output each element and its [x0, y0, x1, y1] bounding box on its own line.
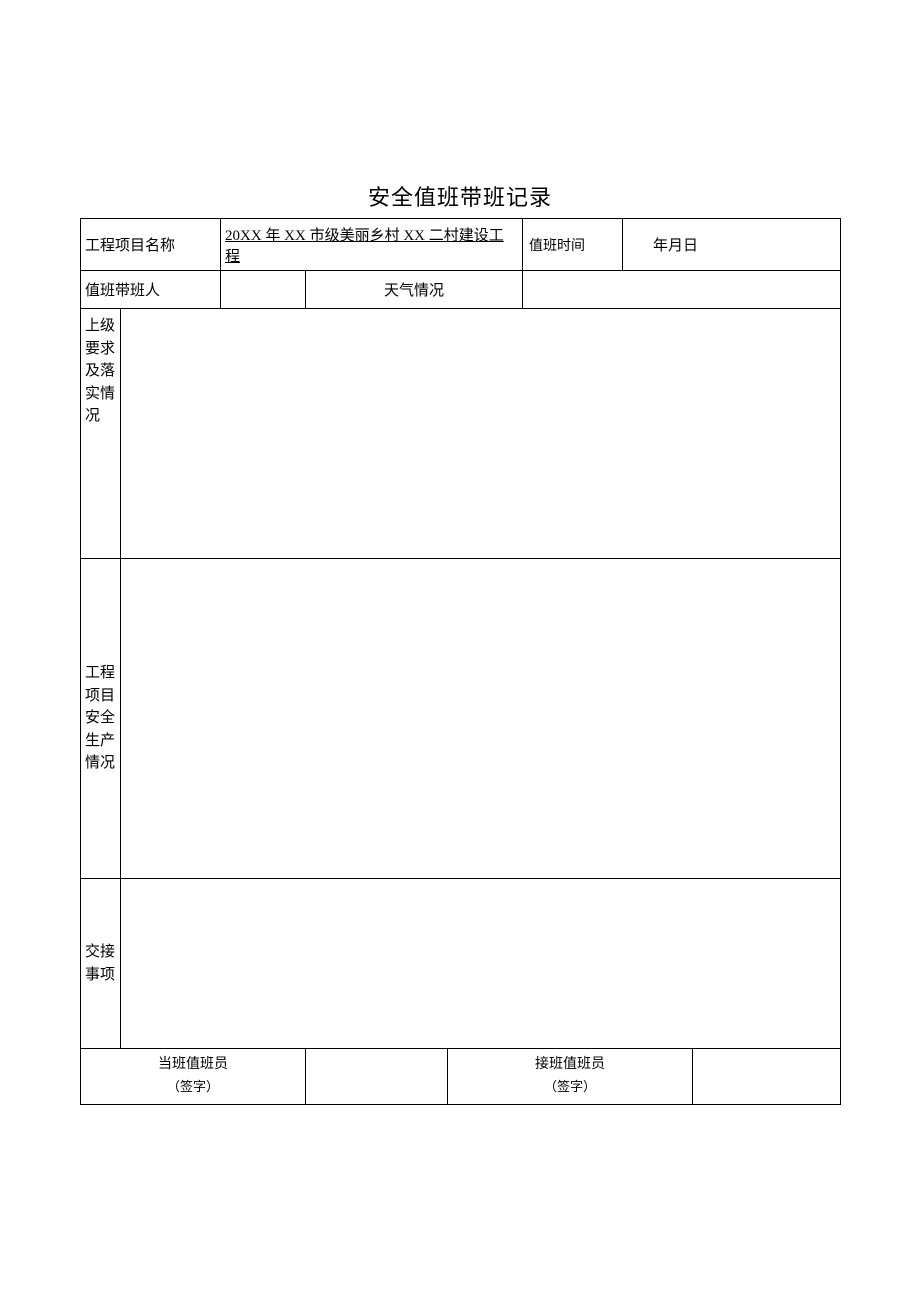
label-project-name: 工程项目名称 [81, 219, 221, 271]
duty-record-table: 工程项目名称 20XX 年 XX 市级美丽乡村 XX 二村建设工程 值班时间 年… [80, 218, 841, 1105]
value-safety-production[interactable] [121, 559, 841, 879]
label-duty-time: 值班时间 [523, 219, 623, 271]
label-safety-production: 工程项目安全生产情况 [81, 559, 121, 879]
value-handover[interactable] [121, 879, 841, 1049]
label-weather: 天气情况 [306, 271, 523, 309]
row-project: 工程项目名称 20XX 年 XX 市级美丽乡村 XX 二村建设工程 值班时间 年… [81, 219, 841, 271]
row-handover: 交接事项 [81, 879, 841, 1049]
row-signatures: 当班值班员 （签字） 接班值班员 （签字） [81, 1049, 841, 1105]
label-duty-leader: 值班带班人 [81, 271, 221, 309]
value-weather[interactable] [523, 271, 841, 309]
form-title: 安全值班带班记录 [80, 180, 840, 212]
label-superior-requirements: 上级要求及落实情况 [81, 309, 121, 559]
value-current-duty-signature[interactable] [306, 1049, 448, 1105]
value-next-duty-signature[interactable] [693, 1049, 841, 1105]
row-superior-requirements: 上级要求及落实情况 [81, 309, 841, 559]
row-leader-weather: 值班带班人 天气情况 [81, 271, 841, 309]
value-project-name[interactable]: 20XX 年 XX 市级美丽乡村 XX 二村建设工程 [221, 219, 523, 271]
value-duty-time[interactable]: 年月日 [623, 219, 841, 271]
value-superior-requirements[interactable] [121, 309, 841, 559]
value-duty-leader[interactable] [221, 271, 306, 309]
label-handover: 交接事项 [81, 879, 121, 1049]
label-next-duty-signature: 接班值班员 （签字） [448, 1049, 693, 1105]
form-container: 安全值班带班记录 工程项目名称 20XX 年 XX 市级美丽乡村 XX 二村建设… [80, 180, 840, 1105]
row-safety-production: 工程项目安全生产情况 [81, 559, 841, 879]
label-current-duty-signature: 当班值班员 （签字） [81, 1049, 306, 1105]
